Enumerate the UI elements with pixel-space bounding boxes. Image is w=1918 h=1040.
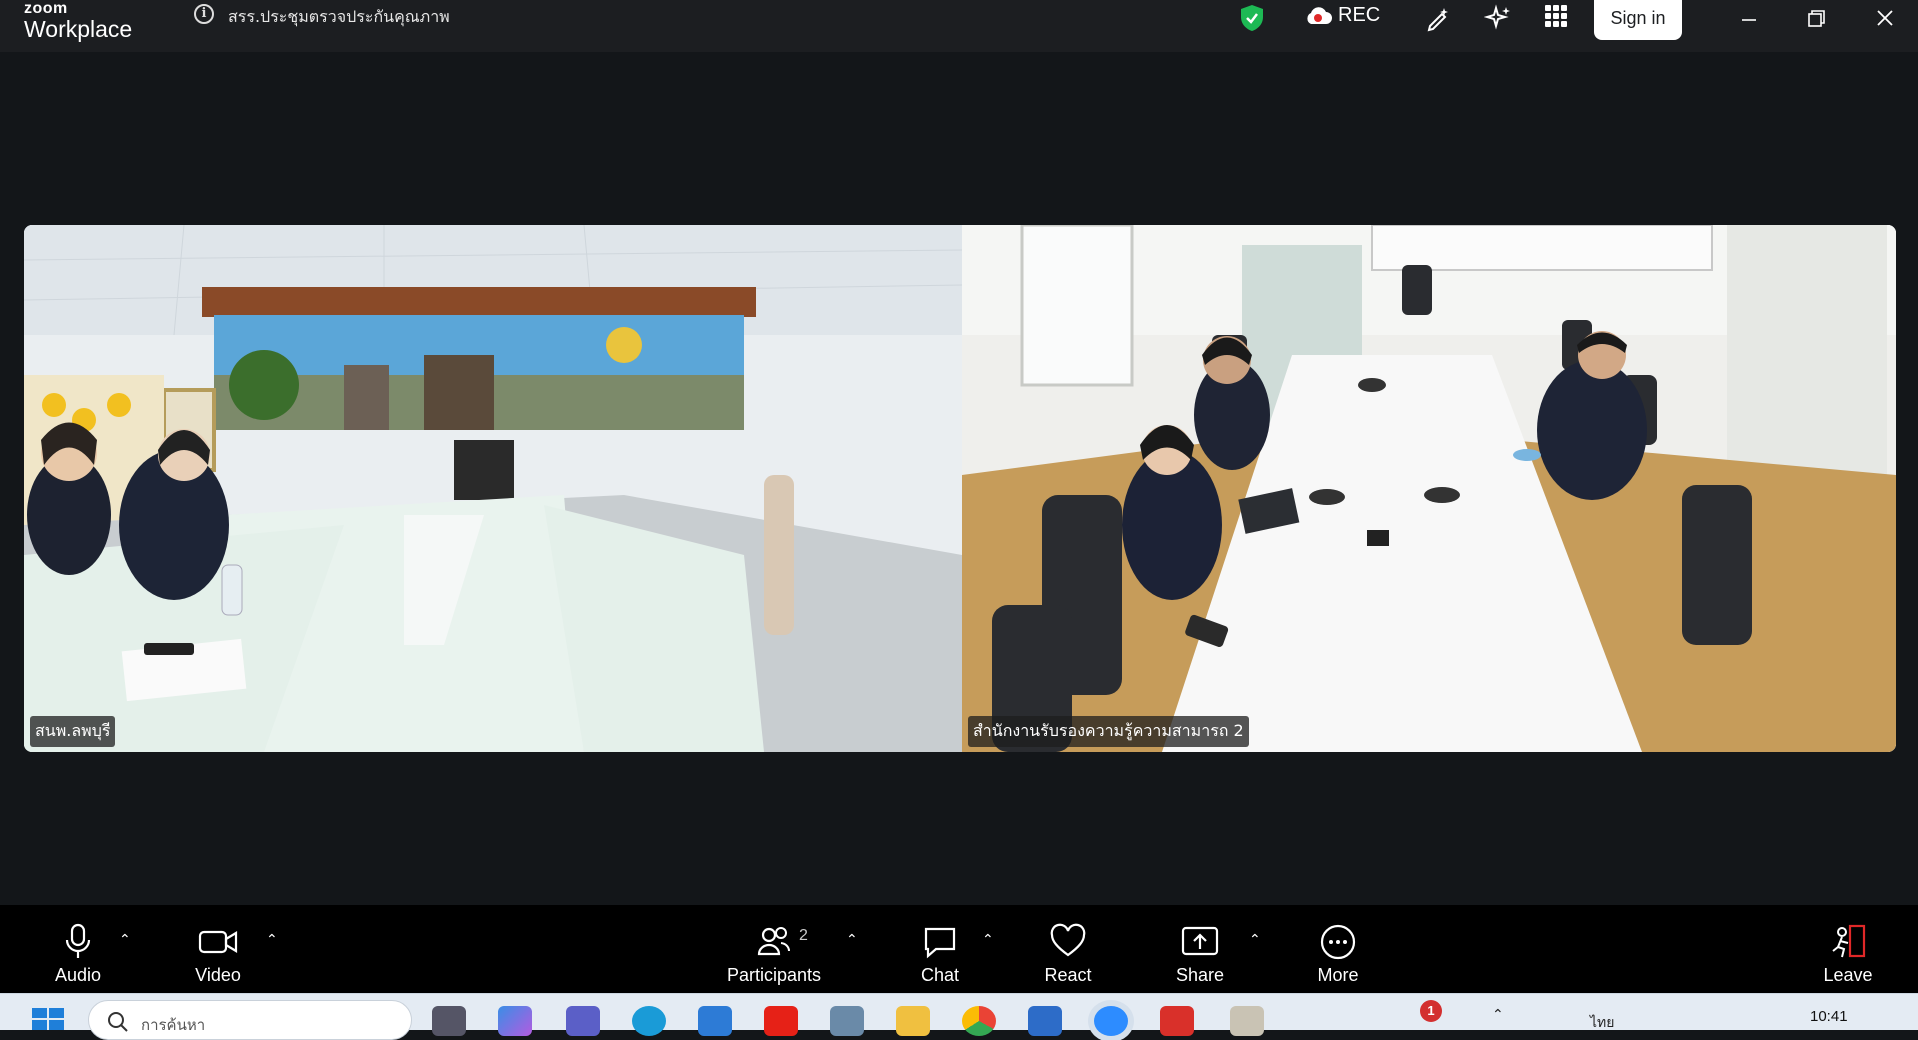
edge-browser-icon[interactable]: [632, 1006, 666, 1036]
pinned-app-icon[interactable]: [1230, 1006, 1264, 1036]
share-button[interactable]: Share: [1170, 923, 1230, 986]
apps-grid-icon[interactable]: [1544, 4, 1568, 33]
participants-count: 2: [799, 927, 808, 944]
pdf-reader-icon[interactable]: [1160, 1006, 1194, 1036]
meeting-controls-toolbar: Audio ⌃ Video ⌃ Participants 2 ⌃ Chat ⌃ …: [0, 905, 1918, 993]
video-feed-lopburi: [24, 225, 962, 752]
store-app-icon[interactable]: [698, 1006, 732, 1036]
minimize-icon[interactable]: [1734, 6, 1764, 30]
share-label: Share: [1175, 965, 1225, 985]
more-label: More: [1317, 965, 1359, 985]
heart-icon: [1050, 923, 1086, 957]
video-options-chevron-icon[interactable]: ⌃: [266, 931, 278, 948]
network-app-icon[interactable]: [830, 1006, 864, 1036]
leave-exit-icon: [1832, 924, 1866, 958]
participants-button[interactable]: Participants: [722, 923, 826, 986]
react-button[interactable]: React: [1038, 923, 1098, 986]
participants-options-chevron-icon[interactable]: ⌃: [846, 931, 858, 948]
close-icon[interactable]: [1870, 6, 1900, 30]
task-view-icon[interactable]: [432, 1006, 466, 1036]
participant-name-tag: สำนักงานรับรองความรู้ความสามารถ 2: [968, 716, 1249, 747]
video-tile-lopburi[interactable]: สนพ.ลพบุรี: [24, 225, 962, 752]
windows-taskbar: การค้นหา 1 ⌃ ไทย 10:41: [0, 993, 1918, 1040]
react-label: React: [1044, 965, 1092, 985]
title-bar: zoom Workplace i สรร.ประชุมตรวจประกันคุณ…: [0, 0, 1918, 52]
zoom-logo: zoom Workplace: [24, 0, 132, 41]
chat-options-chevron-icon[interactable]: ⌃: [982, 931, 994, 948]
video-button[interactable]: Video: [186, 923, 250, 986]
leave-button[interactable]: Leave: [1818, 923, 1878, 986]
input-language[interactable]: ไทย: [1590, 1012, 1614, 1034]
participant-name-tag: สนพ.ลพบุรี: [30, 716, 116, 747]
copilot-app-icon[interactable]: [498, 1006, 532, 1036]
participants-icon: [757, 927, 791, 956]
notification-badge: 1: [1420, 1000, 1442, 1022]
windows-start-icon[interactable]: [32, 1008, 66, 1035]
audio-label: Audio: [54, 965, 102, 985]
chat-bubble-icon: [924, 927, 956, 959]
participants-label: Participants: [726, 965, 822, 985]
more-button[interactable]: More: [1308, 923, 1368, 986]
more-dots-icon: [1320, 924, 1356, 960]
sign-in-button[interactable]: Sign in: [1594, 0, 1682, 40]
leave-label: Leave: [1823, 965, 1873, 985]
chrome-browser-icon[interactable]: [962, 1006, 996, 1036]
chat-button[interactable]: Chat: [912, 923, 968, 986]
logo-zoom-text: zoom: [24, 0, 68, 17]
record-label: REC: [1338, 4, 1381, 26]
restore-icon[interactable]: [1801, 6, 1831, 30]
search-placeholder: การค้นหา: [141, 1016, 206, 1034]
audio-options-chevron-icon[interactable]: ⌃: [119, 931, 131, 948]
meeting-title: สรร.ประชุมตรวจประกันคุณภาพ: [228, 7, 450, 26]
taskbar-clock[interactable]: 10:41: [1810, 1008, 1848, 1025]
video-feed-office2: [962, 225, 1896, 752]
video-camera-icon: [198, 930, 238, 954]
ai-companion-sparkle-icon[interactable]: [1483, 4, 1512, 37]
share-options-chevron-icon[interactable]: ⌃: [1249, 931, 1261, 948]
tray-chevron-icon[interactable]: ⌃: [1492, 1006, 1504, 1023]
annotate-pen-icon[interactable]: [1424, 4, 1452, 37]
youtube-app-icon[interactable]: [764, 1006, 798, 1036]
microphone-icon: [65, 923, 91, 958]
chat-label: Chat: [920, 965, 960, 985]
share-screen-icon: [1181, 926, 1219, 956]
audio-button[interactable]: Audio: [48, 923, 108, 986]
mail-app-icon[interactable]: [1028, 1006, 1062, 1036]
teams-app-icon[interactable]: [566, 1006, 600, 1036]
cloud-record-icon: [1307, 6, 1332, 24]
zoom-app-icon[interactable]: [1094, 1006, 1128, 1036]
file-explorer-icon[interactable]: [896, 1006, 930, 1036]
record-button[interactable]: REC: [1304, 4, 1380, 27]
video-label: Video: [195, 965, 241, 985]
logo-workplace-text: Workplace: [24, 16, 133, 42]
taskbar-search-input[interactable]: การค้นหา: [88, 1000, 412, 1040]
info-icon[interactable]: i: [194, 4, 214, 24]
encryption-shield-icon[interactable]: [1240, 4, 1264, 37]
video-tile-office2[interactable]: สำนักงานรับรองความรู้ความสามารถ 2: [962, 225, 1896, 752]
